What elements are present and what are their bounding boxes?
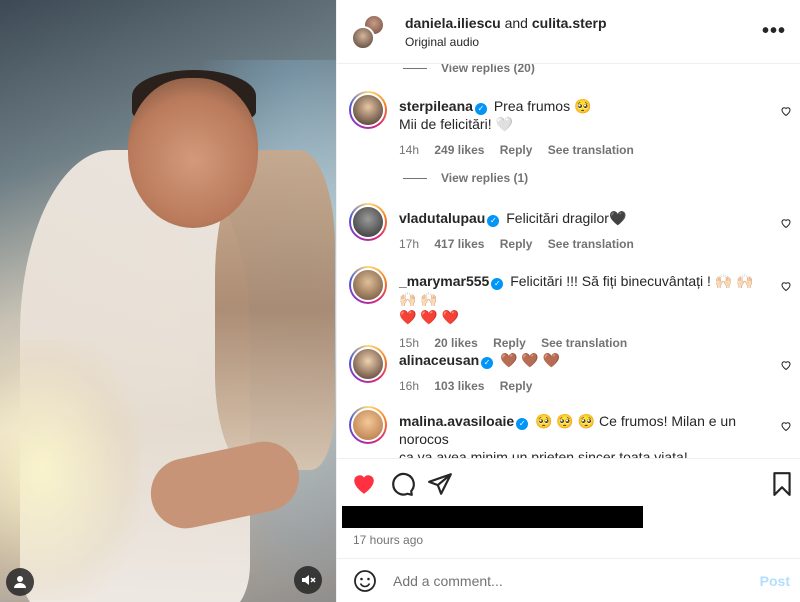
- verified-badge-icon: ✓: [481, 357, 494, 369]
- divider: [403, 67, 427, 69]
- share-icon[interactable]: [427, 471, 453, 497]
- reply-button[interactable]: Reply: [500, 379, 533, 393]
- comment-username[interactable]: vladutalupau: [399, 210, 485, 226]
- avatar[interactable]: [349, 266, 387, 304]
- comment-time: 16h: [399, 379, 420, 393]
- and-text: and: [504, 15, 528, 31]
- avatar: [351, 25, 375, 50]
- comment-text: 🤎 🤎 🤎: [500, 352, 561, 368]
- media-figure-head: [128, 78, 258, 228]
- comment-likes[interactable]: 417 likes: [434, 237, 484, 251]
- author-link[interactable]: daniela.iliescu: [405, 15, 501, 31]
- avatar[interactable]: [349, 345, 387, 383]
- verified-badge-icon: ✓: [516, 418, 529, 430]
- emoji-icon[interactable]: [353, 569, 377, 593]
- view-replies-label: View replies (20): [441, 64, 535, 75]
- comment-username[interactable]: alinaceusan: [399, 352, 479, 368]
- heart-outline-icon[interactable]: [780, 217, 792, 229]
- mute-button[interactable]: [294, 566, 322, 594]
- add-comment-input[interactable]: Add a comment...: [393, 573, 503, 589]
- tagged-users-button[interactable]: [6, 568, 34, 596]
- comment-likes[interactable]: 249 likes: [434, 143, 484, 157]
- heart-outline-icon[interactable]: [780, 359, 792, 371]
- see-translation-button[interactable]: See translation: [548, 143, 634, 157]
- reply-button[interactable]: Reply: [500, 143, 533, 157]
- comment-time: 14h: [399, 143, 420, 157]
- comments-list: View replies (20) sterpileana ✓ Prea frum…: [337, 64, 800, 458]
- view-replies-label: View replies (1): [441, 171, 529, 185]
- avatar[interactable]: [349, 91, 387, 129]
- comment-text: Felicitări dragilor🖤: [506, 210, 627, 226]
- comment-time: 17h: [399, 237, 420, 251]
- comment-text: ❤️ ❤️ ❤️: [399, 309, 460, 325]
- heart-outline-icon[interactable]: [780, 280, 792, 292]
- reply-button[interactable]: Reply: [500, 237, 533, 251]
- comment-text: Prea frumos 🥺: [493, 98, 592, 114]
- post-actions: 17 hours ago: [337, 458, 800, 558]
- see-translation-button[interactable]: See translation: [541, 336, 627, 350]
- comment-icon[interactable]: [389, 471, 415, 497]
- heart-outline-icon[interactable]: [780, 420, 792, 432]
- verified-badge-icon: ✓: [491, 278, 504, 290]
- post-authors: daniela.iliescu and culita.sterp: [405, 14, 607, 32]
- reply-button[interactable]: Reply: [493, 336, 526, 350]
- post-header: daniela.iliescu and culita.sterp Origina…: [337, 0, 800, 64]
- user-icon: [14, 576, 26, 588]
- see-translation-button[interactable]: See translation: [548, 237, 634, 251]
- heart-outline-icon[interactable]: [780, 105, 792, 117]
- heart-filled-icon[interactable]: [351, 471, 377, 497]
- post-side-panel: daniela.iliescu and culita.sterp Origina…: [336, 0, 800, 602]
- view-replies-button[interactable]: View replies (20): [403, 64, 535, 75]
- more-options-icon[interactable]: •••: [762, 20, 786, 43]
- speaker-muted-icon: [302, 575, 316, 585]
- post-time: 17 hours ago: [353, 533, 424, 547]
- divider: [403, 177, 427, 179]
- author-link[interactable]: culita.sterp: [532, 15, 607, 31]
- avatar[interactable]: [349, 406, 387, 444]
- comment-likes[interactable]: 103 likes: [434, 379, 484, 393]
- view-replies-button[interactable]: View replies (1): [403, 171, 528, 185]
- redacted-likes-bar: [342, 506, 643, 528]
- verified-badge-icon: ✓: [487, 215, 500, 227]
- verified-badge-icon: ✓: [474, 103, 487, 115]
- comment-likes[interactable]: 20 likes: [434, 336, 477, 350]
- comment-username[interactable]: sterpileana: [399, 98, 473, 114]
- comment-username[interactable]: malina.avasiloaie: [399, 413, 514, 429]
- avatar[interactable]: [349, 203, 387, 241]
- audio-link[interactable]: Original audio: [405, 35, 607, 49]
- comment-time: 15h: [399, 336, 420, 350]
- comment-username[interactable]: _marymar555: [399, 273, 489, 289]
- post-button[interactable]: Post: [760, 573, 790, 589]
- comment-text: Mii de felicitări! 🤍: [399, 116, 513, 132]
- add-comment-bar: Add a comment... Post: [337, 558, 800, 602]
- post-media[interactable]: [0, 0, 336, 602]
- media-light-flare: [0, 340, 140, 600]
- bookmark-icon[interactable]: [769, 471, 795, 497]
- collab-avatars[interactable]: [351, 12, 391, 52]
- comment-text: ca va avea minim un prieten sincer toata…: [399, 449, 688, 458]
